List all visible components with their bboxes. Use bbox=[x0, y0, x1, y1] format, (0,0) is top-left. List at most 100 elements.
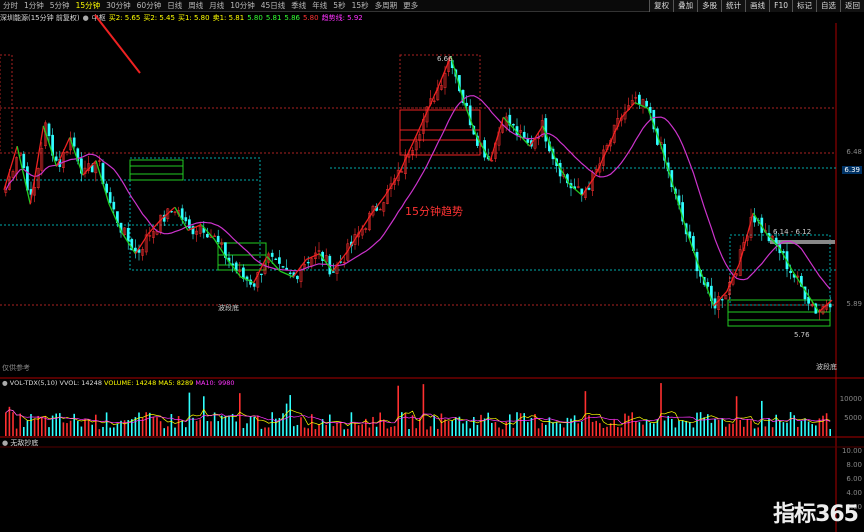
volume-bar bbox=[347, 428, 349, 436]
volume-bar bbox=[138, 412, 140, 436]
volume-bar bbox=[480, 414, 482, 436]
volume-bar bbox=[372, 416, 374, 436]
volume-bar bbox=[663, 420, 666, 436]
volume-bar bbox=[689, 422, 691, 436]
volume-bar bbox=[822, 415, 824, 436]
volume-bar bbox=[577, 423, 579, 436]
wave-line bbox=[621, 102, 636, 118]
volume-bar bbox=[581, 421, 583, 436]
low-label: 5.76 bbox=[794, 331, 810, 339]
candle bbox=[789, 270, 792, 273]
volume-bar bbox=[318, 424, 320, 436]
volume-bar bbox=[206, 420, 209, 436]
candle bbox=[184, 217, 188, 222]
volume-bar bbox=[246, 423, 248, 436]
volume-bar bbox=[77, 421, 79, 436]
candle bbox=[252, 283, 256, 287]
volume-bar bbox=[771, 427, 774, 436]
volume-bar bbox=[66, 423, 68, 436]
volume-bar bbox=[213, 412, 216, 436]
volume-bar bbox=[714, 418, 716, 436]
volume-bar bbox=[131, 419, 133, 436]
volume-bar bbox=[260, 428, 263, 436]
volume-bar bbox=[383, 419, 385, 436]
volume-bar bbox=[512, 427, 515, 436]
volume-bar bbox=[537, 428, 540, 436]
volume-bar bbox=[476, 424, 479, 436]
volume-bar bbox=[390, 426, 392, 436]
volume-bar bbox=[361, 424, 363, 436]
volume-bar bbox=[375, 426, 378, 436]
volume-bar bbox=[753, 428, 756, 436]
volume-bar bbox=[15, 428, 18, 436]
volume-bar bbox=[519, 413, 522, 436]
candle bbox=[281, 266, 285, 268]
volume-bar bbox=[451, 420, 453, 436]
volume-bar bbox=[645, 419, 648, 436]
volume-bar bbox=[167, 426, 169, 436]
volume-bar bbox=[829, 428, 831, 436]
candle bbox=[512, 123, 515, 126]
volume-bar bbox=[98, 429, 101, 436]
volume-bar bbox=[224, 415, 227, 436]
candle bbox=[260, 273, 263, 276]
volume-bar bbox=[681, 420, 684, 436]
volume-bar bbox=[217, 421, 219, 436]
volume-bar bbox=[595, 420, 597, 436]
volume-bar bbox=[555, 422, 558, 436]
candle bbox=[270, 252, 274, 257]
volume-icon: ● bbox=[2, 379, 8, 387]
volume-bar bbox=[685, 420, 687, 436]
volume-bar bbox=[285, 403, 288, 436]
volume-bar bbox=[548, 417, 551, 436]
wave-line bbox=[542, 125, 557, 161]
volume-bar bbox=[696, 412, 698, 436]
volume-bar bbox=[660, 383, 662, 436]
volume-bar bbox=[44, 415, 47, 436]
volume-bar bbox=[30, 414, 32, 436]
trend-label: 15分钟趋势 bbox=[405, 205, 463, 218]
volume-bar bbox=[815, 425, 817, 436]
kline-chart bbox=[0, 14, 864, 532]
volume-bar bbox=[242, 428, 245, 436]
volume-bar bbox=[12, 412, 14, 436]
volume-bar bbox=[671, 418, 673, 436]
volume-bar bbox=[267, 427, 270, 436]
volume-bar bbox=[33, 418, 36, 436]
volume-bar bbox=[563, 427, 565, 436]
volume-bar bbox=[458, 416, 461, 436]
volume-bar bbox=[631, 412, 633, 436]
volume-bar bbox=[757, 427, 759, 436]
volume-axis-label: 5000 bbox=[844, 414, 862, 422]
volume-bar bbox=[393, 426, 396, 436]
volume-bar bbox=[573, 415, 576, 436]
volume-bar bbox=[728, 423, 731, 436]
volume-bar bbox=[170, 414, 173, 436]
volume-bar bbox=[494, 422, 497, 436]
wave-line bbox=[410, 116, 426, 147]
wave-line bbox=[726, 262, 741, 292]
volume-bar bbox=[768, 418, 770, 436]
candle bbox=[638, 94, 641, 105]
indicator-icon: ● bbox=[2, 439, 9, 447]
ma10: MA10: 9980 bbox=[195, 379, 235, 387]
volume-bar bbox=[8, 406, 11, 436]
candle bbox=[216, 235, 220, 242]
volume-bar bbox=[339, 421, 342, 436]
volume-bar bbox=[818, 418, 821, 436]
volume-bar bbox=[811, 424, 813, 436]
volume-axis-label: 10000 bbox=[839, 395, 862, 403]
volume-bar bbox=[732, 423, 734, 436]
volume-bar bbox=[91, 424, 93, 436]
volume-bar bbox=[498, 427, 500, 436]
volume-bar bbox=[113, 427, 115, 436]
candle bbox=[720, 299, 724, 301]
volume-bar bbox=[545, 424, 547, 436]
volume-bar bbox=[541, 422, 543, 436]
wave-line bbox=[358, 212, 373, 234]
volume-bar bbox=[440, 413, 443, 436]
volume-bar bbox=[642, 424, 644, 436]
indicator-name: 无敌抄底 bbox=[10, 439, 39, 447]
volume-bar bbox=[501, 429, 504, 436]
vvol: VVOL: 14248 bbox=[59, 379, 102, 387]
